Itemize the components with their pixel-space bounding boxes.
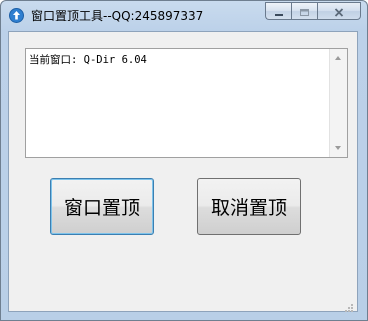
current-window-textbox[interactable]: 当前窗口: Q-Dir 6.04 — [25, 48, 348, 158]
maximize-button[interactable] — [291, 2, 317, 20]
minimize-icon — [274, 2, 284, 21]
vertical-scrollbar[interactable] — [329, 49, 347, 157]
title-bar[interactable]: 窗口置顶工具--QQ:245897337 — [1, 1, 367, 31]
close-icon — [334, 2, 344, 21]
pin-window-button[interactable]: 窗口置顶 — [50, 178, 154, 235]
up-arrow-circle-icon — [9, 8, 24, 23]
minimize-button[interactable] — [265, 2, 291, 20]
maximize-icon — [299, 2, 310, 21]
caption-buttons — [265, 2, 361, 21]
resize-grip-icon[interactable] — [344, 298, 354, 312]
client-area: 当前窗口: Q-Dir 6.04 窗口置顶 取消置顶 — [8, 31, 358, 312]
window-title: 窗口置顶工具--QQ:245897337 — [31, 9, 204, 23]
scroll-up-icon[interactable] — [335, 56, 341, 60]
scroll-down-icon[interactable] — [335, 146, 341, 150]
app-window: 窗口置顶工具--QQ:245897337 当前窗口: Q-Dir 6.04 窗口… — [0, 0, 368, 321]
close-button[interactable] — [317, 2, 361, 20]
current-window-text: 当前窗口: Q-Dir 6.04 — [29, 54, 147, 66]
unpin-window-button[interactable]: 取消置顶 — [197, 178, 301, 235]
